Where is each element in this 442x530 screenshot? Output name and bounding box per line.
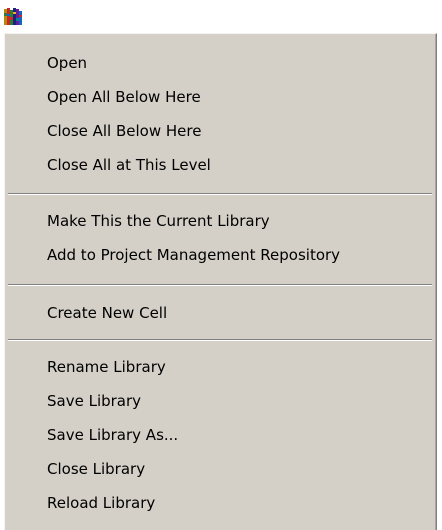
menu-item-label: Close All Below Here xyxy=(47,122,202,140)
menu-item-label: Close Library xyxy=(47,460,146,478)
menu-item-close-all-at-this-level[interactable]: Close All at This Level xyxy=(5,148,434,182)
menu-item-label: Save Library As... xyxy=(47,426,179,444)
menu-item-close-library[interactable]: Close Library xyxy=(5,452,434,486)
menu-item-label: Close All at This Level xyxy=(47,156,211,174)
menu-item-label: Open xyxy=(47,54,88,72)
menu-item-label: Make This the Current Library xyxy=(47,212,270,230)
menu-item-save-library[interactable]: Save Library xyxy=(5,384,434,418)
menu-item-rename-library[interactable]: Rename Library xyxy=(5,350,434,384)
menu-item-create-new-cell[interactable]: Create New Cell xyxy=(5,296,434,330)
menu-item-open-all-below-here[interactable]: Open All Below Here xyxy=(5,80,434,114)
menu-item-label: Reload Library xyxy=(47,494,156,512)
menu-item-label: Add to Project Management Repository xyxy=(47,246,341,264)
menu-separator xyxy=(8,339,432,341)
menu-item-label: Rename Library xyxy=(47,358,166,376)
menu-separator xyxy=(8,284,432,286)
menu-item-save-library-as[interactable]: Save Library As... xyxy=(5,418,434,452)
menu-item-label: Open All Below Here xyxy=(47,88,201,106)
menu-item-open[interactable]: Open xyxy=(5,46,434,80)
menu-item-label: Save Library xyxy=(47,392,142,410)
menu-item-reload-library[interactable]: Reload Library xyxy=(5,486,434,520)
menu-item-close-all-below-here[interactable]: Close All Below Here xyxy=(5,114,434,148)
library-context-menu: Open Open All Below Here Close All Below… xyxy=(4,33,437,530)
menu-separator xyxy=(8,193,432,195)
library-books-icon[interactable] xyxy=(4,8,22,26)
screen: Open Open All Below Here Close All Below… xyxy=(0,0,442,530)
menu-item-add-to-project-management-repository[interactable]: Add to Project Management Repository xyxy=(5,238,434,272)
menu-item-label: Create New Cell xyxy=(47,304,168,322)
menu-item-make-current-library[interactable]: Make This the Current Library xyxy=(5,204,434,238)
